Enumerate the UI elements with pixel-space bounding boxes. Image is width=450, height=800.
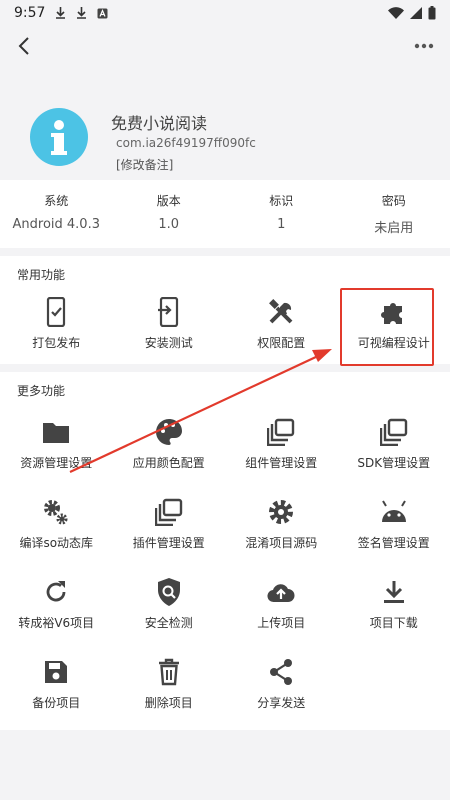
security-check-button[interactable]: 安全检测: [113, 570, 226, 650]
info-value: 未启用: [374, 221, 414, 236]
plugin-manage-button[interactable]: 插件管理设置: [113, 490, 226, 570]
share-send-button[interactable]: 分享发送: [225, 650, 338, 730]
folder-icon: [40, 416, 72, 448]
grid-item-label: 应用颜色配置: [132, 456, 205, 470]
upload-project-button[interactable]: 上传项目: [225, 570, 338, 650]
grid-item-label: 删除项目: [144, 696, 193, 710]
shield-icon: [153, 576, 185, 608]
section-title: 常用功能: [17, 268, 66, 282]
more-functions-section: 更多功能 资源管理设置 应用颜色配置 组件管理设置 SDK管理设置 编译so动态…: [0, 372, 450, 730]
info-value: 1: [277, 217, 286, 232]
grid-item-label: 插件管理设置: [132, 536, 205, 550]
grid-item-label: 权限配置: [257, 336, 306, 350]
section-title: 更多功能: [17, 384, 66, 398]
download-icon: [378, 576, 410, 608]
grid-item-label: SDK管理设置: [357, 456, 431, 470]
grid-item-label: 项目下载: [369, 616, 418, 630]
status-time: 9:57: [14, 5, 46, 21]
download-notification-icon: [77, 7, 87, 19]
component-manage-button[interactable]: 组件管理设置: [225, 410, 338, 490]
permission-config-button[interactable]: 权限配置: [225, 290, 338, 370]
wifi-icon: [388, 7, 404, 19]
package-release-button[interactable]: 打包发布: [0, 290, 113, 370]
app-name: 免费小说阅读: [111, 114, 208, 133]
install-test-button[interactable]: 安装测试: [113, 290, 226, 370]
grid-item-label: 编译so动态库: [19, 536, 94, 550]
back-button[interactable]: [8, 30, 40, 62]
info-identifier: 标识 1: [225, 180, 338, 248]
grid-item-label: 打包发布: [32, 336, 81, 350]
palette-icon: [153, 416, 185, 448]
delete-project-button[interactable]: 删除项目: [113, 650, 226, 730]
sdk-manage-button[interactable]: SDK管理设置: [338, 410, 450, 490]
share-icon: [265, 656, 297, 688]
gear-icon: [265, 496, 297, 528]
tools-icon: [265, 296, 297, 328]
project-info-panel: 系统 Android 4.0.3 版本 1.0 标识 1 密码 未启用: [0, 180, 450, 248]
chevron-left-icon: [18, 37, 29, 55]
convert-v6-button[interactable]: 转成裕V6项目: [0, 570, 113, 650]
more-options-button[interactable]: [406, 30, 442, 62]
signal-icon: [410, 7, 422, 19]
cloud-upload-icon: [265, 576, 297, 608]
info-version: 版本 1.0: [113, 180, 226, 248]
compile-so-button[interactable]: 编译so动态库: [0, 490, 113, 570]
layers-icon: [153, 496, 185, 528]
phone-check-icon: [40, 296, 72, 328]
info-value: 1.0: [158, 217, 180, 232]
grid-item-label: 转成裕V6项目: [18, 616, 95, 630]
android-icon: [378, 496, 410, 528]
project-header: 免费小说阅读 com.ia26f49197ff090fc [修改备注]: [0, 66, 450, 180]
app-package-name: com.ia26f49197ff090fc: [116, 136, 256, 150]
app-logo: [30, 108, 88, 166]
trash-icon: [153, 656, 185, 688]
info-label: 密码: [381, 194, 406, 208]
gears-icon: [40, 496, 72, 528]
resource-manage-button[interactable]: 资源管理设置: [0, 410, 113, 490]
info-system: 系统 Android 4.0.3: [0, 180, 113, 248]
app-color-button[interactable]: 应用颜色配置: [113, 410, 226, 490]
backup-project-button[interactable]: 备份项目: [0, 650, 113, 730]
grid-item-label: 上传项目: [257, 616, 306, 630]
info-value: Android 4.0.3: [12, 217, 100, 232]
app-bar: [0, 26, 450, 66]
grid-item-label: 资源管理设置: [20, 456, 93, 470]
grid-item-label: 混淆项目源码: [245, 536, 318, 550]
layers-icon: [265, 416, 297, 448]
signature-manage-button[interactable]: 签名管理设置: [338, 490, 450, 570]
app-notification-icon: [97, 8, 108, 18]
more-horizontal-icon: [414, 43, 434, 49]
info-label: 系统: [44, 194, 69, 208]
refresh-icon: [40, 576, 72, 608]
info-icon: [51, 120, 67, 155]
info-label: 标识: [269, 194, 294, 208]
info-label: 版本: [156, 194, 181, 208]
grid-item-label: 组件管理设置: [245, 456, 318, 470]
save-icon: [40, 656, 72, 688]
grid-item-label: 安装测试: [144, 336, 193, 350]
layers-icon: [378, 416, 410, 448]
grid-item-label: 安全检测: [144, 616, 193, 630]
install-icon: [153, 296, 185, 328]
download-project-button[interactable]: 项目下载: [338, 570, 450, 650]
obfuscate-source-button[interactable]: 混淆项目源码: [225, 490, 338, 570]
download-notification-icon: [56, 7, 66, 19]
grid-item-label: 备份项目: [32, 696, 81, 710]
edit-remark-link[interactable]: [修改备注]: [116, 156, 173, 173]
status-bar: 9:57: [0, 0, 450, 26]
highlight-box: [340, 288, 434, 366]
info-password: 密码 未启用: [338, 180, 450, 248]
battery-icon: [428, 6, 436, 20]
grid-item-label: 签名管理设置: [357, 536, 430, 550]
grid-item-label: 分享发送: [257, 696, 306, 710]
